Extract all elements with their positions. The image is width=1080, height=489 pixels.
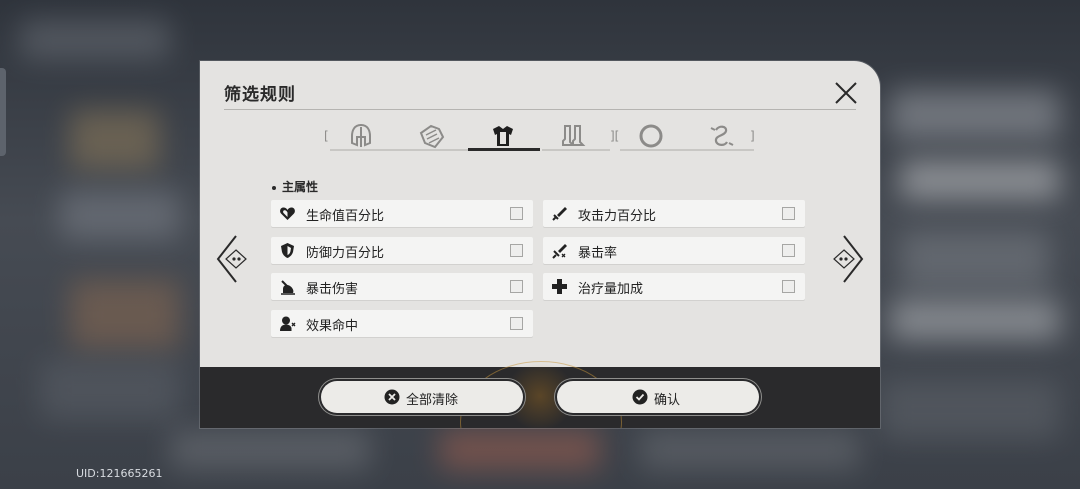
head-icon[interactable] <box>330 121 392 151</box>
uid-label: UID:121665261 <box>76 467 163 480</box>
tab-bracket-left: [ <box>324 129 329 143</box>
filter-rules-dialog: 筛选规则 [ ][ ] 主属性 生命值百分比 攻击力百分比 防御力百分比 暴击率… <box>200 61 880 428</box>
planar-sphere-icon[interactable] <box>620 121 682 151</box>
healing-cross-icon <box>552 279 567 294</box>
option-healing-bonus[interactable]: 治疗量加成 <box>543 273 805 300</box>
option-checkbox[interactable] <box>510 280 523 293</box>
tab-bracket-mid: ][ <box>610 129 620 143</box>
left-edge-tab[interactable] <box>0 68 6 156</box>
crit-damage-icon <box>281 280 295 295</box>
sword-icon <box>552 207 567 221</box>
feet-icon[interactable] <box>542 121 604 151</box>
option-crit-rate[interactable]: 暴击率 <box>543 237 805 264</box>
next-page-arrow[interactable] <box>826 224 866 294</box>
bullet-dot <box>272 185 276 190</box>
relic-slot-tabs: [ ][ ] <box>320 117 760 157</box>
clear-all-label: 全部清除 <box>406 393 459 408</box>
option-crit-dmg[interactable]: 暴击伤害 <box>271 273 533 300</box>
close-x-icon[interactable] <box>830 77 862 109</box>
option-label: 攻击力百分比 <box>578 209 657 224</box>
option-label: 暴击率 <box>578 246 618 261</box>
option-label: 防御力百分比 <box>306 246 385 261</box>
dialog-title: 筛选规则 <box>224 85 296 105</box>
effect-hit-icon <box>280 316 296 331</box>
prev-page-arrow[interactable] <box>214 224 254 294</box>
option-atk-percent[interactable]: 攻击力百分比 <box>543 200 805 227</box>
option-label: 生命值百分比 <box>306 209 385 224</box>
section-label: 主属性 <box>282 180 319 194</box>
option-label: 效果命中 <box>306 319 359 334</box>
option-checkbox[interactable] <box>510 207 523 220</box>
dialog-footer: 全部清除 确认 <box>200 361 880 428</box>
option-def-percent[interactable]: 防御力百分比 <box>271 237 533 264</box>
crit-rate-icon <box>552 244 567 259</box>
clear-x-circle-icon <box>384 389 400 405</box>
option-checkbox[interactable] <box>782 244 795 257</box>
confirm-button[interactable]: 确认 <box>557 381 759 413</box>
option-checkbox[interactable] <box>782 207 795 220</box>
option-checkbox[interactable] <box>510 317 523 330</box>
hands-icon[interactable] <box>400 121 462 151</box>
clear-all-button[interactable]: 全部清除 <box>321 381 523 413</box>
option-label: 治疗量加成 <box>578 282 644 297</box>
option-effect-hit[interactable]: 效果命中 <box>271 310 533 337</box>
body-icon[interactable] <box>472 121 534 151</box>
option-hp-percent[interactable]: 生命值百分比 <box>271 200 533 227</box>
heart-icon <box>280 207 295 220</box>
shield-icon <box>281 243 294 258</box>
check-circle-icon <box>632 389 648 405</box>
title-divider <box>224 109 856 110</box>
confirm-label: 确认 <box>654 393 681 408</box>
link-rope-icon[interactable] <box>690 121 752 151</box>
option-label: 暴击伤害 <box>306 282 359 297</box>
option-checkbox[interactable] <box>782 280 795 293</box>
section-main-stat: 主属性 <box>272 178 318 195</box>
option-checkbox[interactable] <box>510 244 523 257</box>
